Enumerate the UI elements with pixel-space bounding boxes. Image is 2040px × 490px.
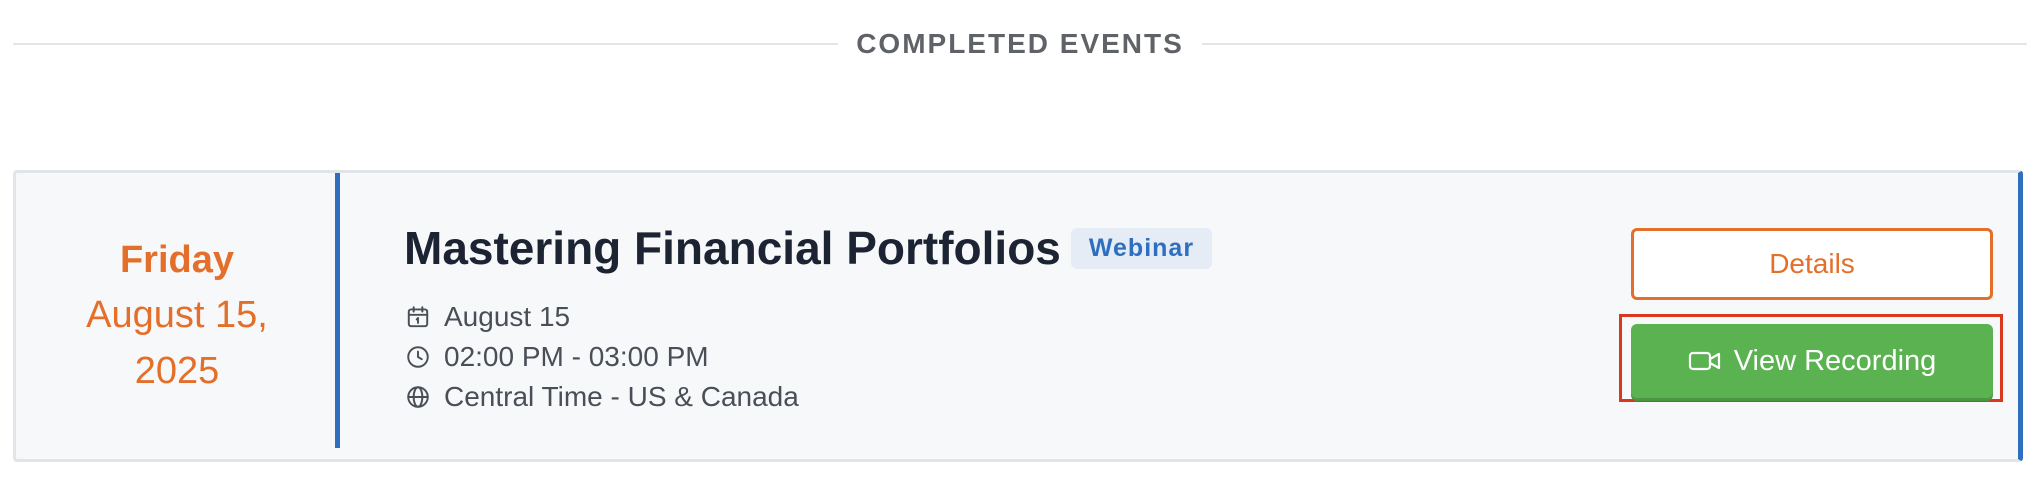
event-date-text: August 15 — [444, 301, 571, 332]
event-date-row: August 15 — [404, 297, 1212, 337]
section-header: COMPLETED EVENTS — [13, 22, 2027, 66]
event-info: Mastering Financial Portfolios Webinar A… — [404, 213, 1213, 417]
clock-icon — [404, 343, 432, 371]
view-recording-button[interactable]: View Recording — [1631, 324, 1993, 398]
event-title: Mastering Financial Portfolios — [404, 222, 1061, 274]
event-card: Friday August 15, 2025 Mastering Financi… — [13, 170, 2023, 462]
event-time-row: 02:00 PM - 03:00 PM — [404, 337, 1212, 377]
details-button[interactable]: Details — [1631, 228, 1993, 300]
video-camera-icon — [1688, 348, 1722, 374]
event-weekday: Friday — [119, 239, 235, 281]
event-timezone-row: Central Time - US & Canada — [404, 377, 1212, 417]
event-meta-list: August 15 02:00 PM - 03:00 PM Central Ti… — [404, 297, 1212, 417]
event-title-row: Mastering Financial Portfolios Webinar — [404, 213, 1213, 283]
section-title: COMPLETED EVENTS — [856, 28, 1184, 59]
event-type-badge: Webinar — [1070, 227, 1213, 269]
event-time-text: 02:00 PM - 03:00 PM — [444, 341, 709, 372]
event-timezone-text: Central Time - US & Canada — [444, 381, 799, 412]
view-recording-label: View Recording — [1733, 344, 1937, 377]
calendar-icon — [404, 303, 432, 331]
globe-icon — [404, 383, 432, 411]
section-divider-right — [1201, 43, 2027, 45]
event-date-block: Friday August 15, 2025 — [16, 173, 338, 459]
event-full-date: August 15, 2025 — [86, 294, 268, 392]
date-divider — [335, 173, 340, 448]
section-divider-left — [13, 43, 839, 45]
